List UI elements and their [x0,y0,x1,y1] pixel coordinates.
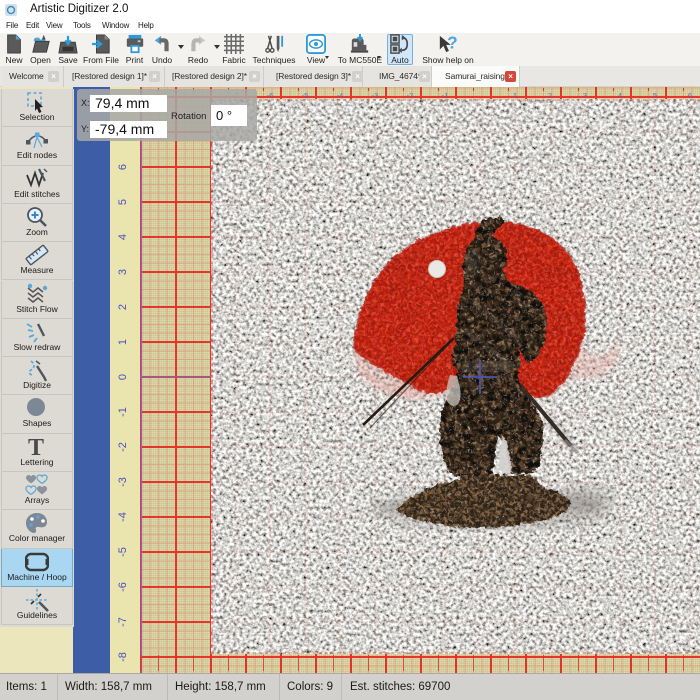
svg-text:5: 5 [117,199,129,205]
svg-text:-3: -3 [117,477,129,487]
svg-text:-5: -5 [302,91,309,100]
svg-text:6: 6 [117,164,129,170]
svg-text:2: 2 [548,91,552,100]
svg-text:2: 2 [117,304,129,310]
svg-text:-6: -6 [267,91,274,100]
svg-text:4: 4 [618,91,622,100]
svg-text:-4: -4 [117,512,129,522]
svg-text:T: T [28,435,44,459]
svg-text:-3: -3 [372,91,379,100]
svg-text:5: 5 [653,91,657,100]
svg-text:-8: -8 [117,652,129,662]
svg-text:0: 0 [117,374,129,380]
svg-text:1: 1 [117,339,129,345]
svg-text:4: 4 [117,234,129,240]
svg-text:-2: -2 [117,442,129,452]
svg-text:-6: -6 [117,582,129,592]
svg-text:-1: -1 [442,91,449,100]
svg-text:?: ? [447,34,458,53]
svg-text:-7: -7 [117,617,129,627]
svg-text:-5: -5 [117,547,129,557]
svg-text:3: 3 [117,269,129,275]
svg-text:1: 1 [513,91,517,100]
svg-text:-2: -2 [407,91,414,100]
svg-text:6: 6 [688,91,692,100]
svg-text:3: 3 [583,91,587,100]
svg-text:-1: -1 [117,407,129,417]
svg-text:-4: -4 [337,91,344,100]
